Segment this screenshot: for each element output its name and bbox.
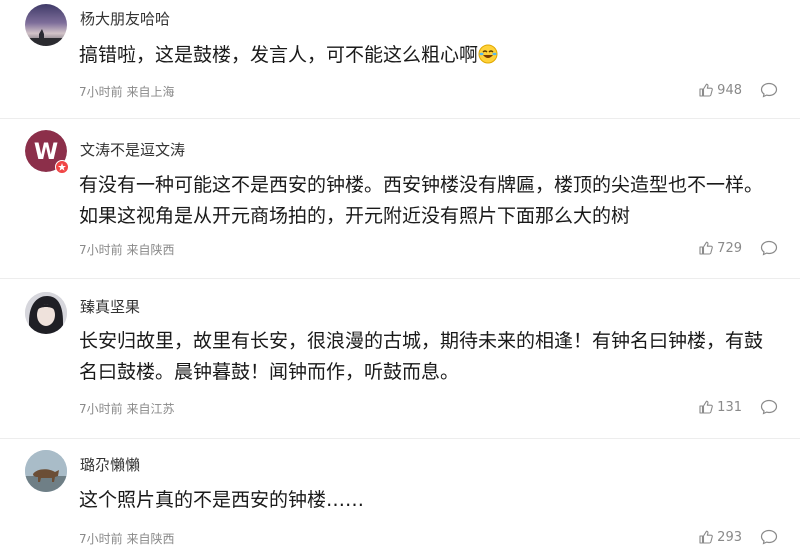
comment-text: 搞错啦，这是鼓楼，发言人，可不能这么粗心啊 <box>79 40 779 71</box>
username[interactable]: 臻真坚果 <box>80 296 140 317</box>
thumbs-up-icon <box>699 241 714 255</box>
comment-location: 来自陕西 <box>126 532 175 546</box>
like-count: 729 <box>717 240 742 256</box>
comment-item: 璐尕懶懶 这个照片真的不是西安的钟楼…… 7小时前 来自陕西 293 <box>0 438 800 556</box>
avatar-image <box>25 292 67 334</box>
comment-text-content: 搞错啦，这是鼓楼，发言人，可不能这么粗心啊 <box>79 44 479 66</box>
reply-button[interactable] <box>760 82 778 98</box>
reply-button[interactable] <box>760 240 778 256</box>
avatar-image <box>25 450 67 492</box>
reply-button[interactable] <box>760 399 778 415</box>
comment-time: 7小时前 <box>79 243 123 257</box>
laughing-tears-emoji-icon <box>478 43 498 64</box>
username[interactable]: 璐尕懶懶 <box>80 454 140 475</box>
comment-time: 7小时前 <box>79 402 123 416</box>
thumbs-up-icon <box>699 83 714 97</box>
comment-location: 来自陕西 <box>126 243 175 257</box>
comment-time: 7小时前 <box>79 532 123 546</box>
avatar[interactable] <box>25 4 67 46</box>
comment-bubble-icon <box>760 529 778 545</box>
comment-item: 杨大朋友哈哈 搞错啦，这是鼓楼，发言人，可不能这么粗心啊 7小时前 来自上海 9… <box>0 0 800 119</box>
comment-item: 臻真坚果 长安归故里，故里有长安，很浪漫的古城，期待未来的相逢！有钟名曰钟楼，有… <box>0 278 800 439</box>
thumbs-up-icon <box>699 400 714 414</box>
thumbs-up-icon <box>699 530 714 544</box>
username[interactable]: 文涛不是逗文涛 <box>80 139 185 160</box>
like-count: 293 <box>717 529 742 545</box>
verified-badge-icon <box>55 160 69 174</box>
like-count: 131 <box>717 399 742 415</box>
comment-text: 有没有一种可能这不是西安的钟楼。西安钟楼没有牌匾，楼顶的尖造型也不一样。如果这视… <box>79 174 764 227</box>
avatar[interactable] <box>25 450 67 492</box>
like-button[interactable]: 131 <box>698 399 742 415</box>
comment-meta: 7小时前 来自江苏 <box>79 400 174 417</box>
comment-location: 来自上海 <box>126 85 175 99</box>
comment-meta: 7小时前 来自陕西 <box>79 241 174 258</box>
comment-meta: 7小时前 来自陕西 <box>79 530 174 547</box>
comment-text: 这个照片真的不是西安的钟楼…… <box>79 489 365 511</box>
like-button[interactable]: 948 <box>698 82 742 98</box>
like-button[interactable]: 729 <box>698 240 742 256</box>
comment-bubble-icon <box>760 399 778 415</box>
comment-item: W 文涛不是逗文涛 有没有一种可能这不是西安的钟楼。西安钟楼没有牌匾，楼顶的尖造… <box>0 118 800 279</box>
like-button[interactable]: 293 <box>698 529 742 545</box>
avatar[interactable] <box>25 292 67 334</box>
comment-text: 长安归故里，故里有长安，很浪漫的古城，期待未来的相逢！有钟名曰钟楼，有鼓名曰鼓楼… <box>79 330 764 383</box>
comment-meta: 7小时前 来自上海 <box>79 83 174 100</box>
username[interactable]: 杨大朋友哈哈 <box>80 8 170 29</box>
reply-button[interactable] <box>760 529 778 545</box>
like-count: 948 <box>717 82 742 98</box>
comment-bubble-icon <box>760 240 778 256</box>
avatar-image <box>25 29 67 46</box>
comment-location: 来自江苏 <box>126 402 175 416</box>
comment-time: 7小时前 <box>79 85 123 99</box>
comment-bubble-icon <box>760 82 778 98</box>
